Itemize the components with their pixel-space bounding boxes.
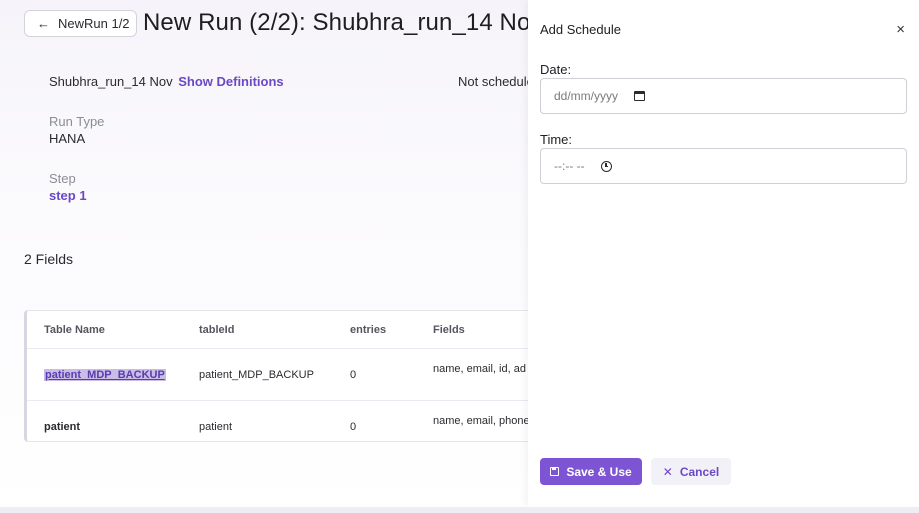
table-id-cell: patient: [199, 421, 233, 433]
bottom-edge: [0, 507, 919, 513]
show-definitions-link[interactable]: Show Definitions: [178, 74, 283, 89]
entries-cell: 0: [350, 369, 357, 381]
entries-cell: 0: [350, 421, 357, 433]
fields-table: Table Name tableId entries Fields patien…: [24, 310, 544, 442]
fields-cell: name, email, phone: [433, 415, 530, 427]
run-type-label: Run Type: [49, 114, 105, 129]
cancel-button[interactable]: ✕ Cancel: [651, 458, 731, 485]
close-icon[interactable]: ×: [896, 22, 905, 37]
drawer-title: Add Schedule: [540, 22, 621, 37]
column-header-entries: entries: [350, 324, 387, 336]
time-label: Time:: [540, 132, 573, 147]
fields-cell: name, email, id, ad: [433, 363, 526, 375]
save-button-label: Save & Use: [566, 464, 632, 479]
time-placeholder: --:-- --: [554, 159, 585, 173]
run-name: Shubhra_run_14 Nov: [49, 74, 173, 89]
cancel-button-label: Cancel: [679, 464, 720, 479]
x-icon: ✕: [662, 464, 673, 479]
calendar-icon[interactable]: [634, 91, 646, 101]
back-button-label: NewRun 1/2: [58, 16, 130, 31]
arrow-left-icon: ←: [37, 16, 50, 31]
run-name-row: Shubhra_run_14 Nov Show Definitions: [49, 74, 284, 89]
floppy-disk-icon: [550, 467, 560, 476]
save-and-use-button[interactable]: Save & Use: [540, 458, 642, 485]
step-value: step 1: [49, 188, 87, 203]
date-label: Date:: [540, 62, 572, 77]
date-placeholder: dd/mm/yyyy: [554, 89, 619, 103]
column-header-table-id: tableId: [199, 324, 235, 336]
back-button[interactable]: ← NewRun 1/2: [24, 10, 137, 37]
table-row[interactable]: patient patient 0 name, email, phone: [27, 401, 543, 441]
table-header: Table Name tableId entries Fields: [27, 311, 543, 349]
time-input[interactable]: --:-- --: [540, 148, 907, 184]
table-name-cell[interactable]: patient: [44, 421, 80, 433]
page-title: New Run (2/2): Shubhra_run_14 Nov: [143, 9, 543, 36]
clock-icon[interactable]: [600, 160, 612, 172]
run-type-value: HANA: [49, 131, 86, 146]
table-name-cell[interactable]: patient_MDP_BACKUP: [44, 369, 166, 381]
column-header-table-name: Table Name: [44, 324, 105, 336]
date-input[interactable]: dd/mm/yyyy: [540, 78, 907, 114]
step-label: Step: [49, 171, 76, 186]
table-id-cell: patient_MDP_BACKUP: [199, 369, 314, 381]
add-schedule-drawer: Add Schedule × Date: dd/mm/yyyy Time: --…: [528, 0, 919, 507]
table-row[interactable]: patient_MDP_BACKUP patient_MDP_BACKUP 0 …: [27, 349, 543, 401]
column-header-fields: Fields: [433, 324, 465, 336]
fields-count: 2 Fields: [24, 251, 74, 267]
